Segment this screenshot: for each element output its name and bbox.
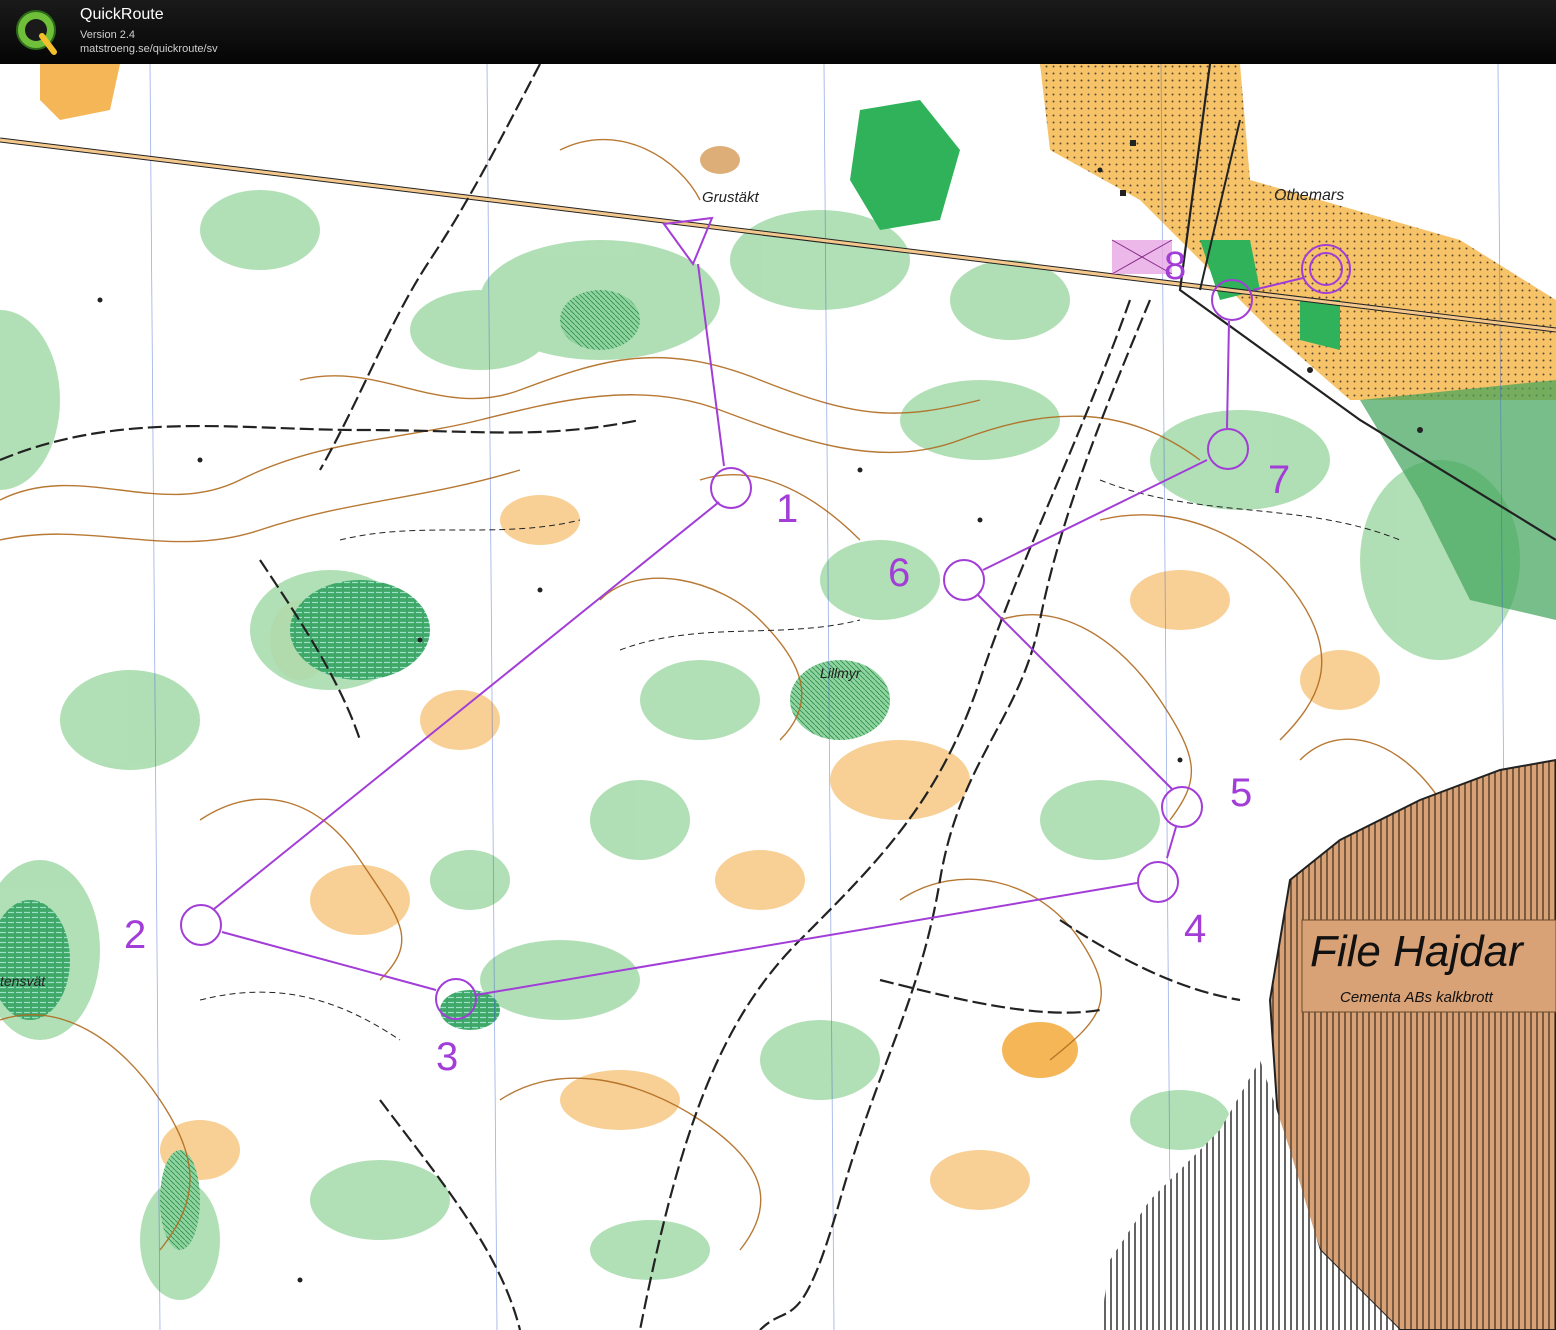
control-number-7: 7: [1268, 458, 1290, 502]
app-url: matstroeng.se/quickroute/sv: [80, 43, 218, 55]
app-version: Version 2.4: [80, 29, 136, 41]
control-number-6: 6: [888, 551, 910, 595]
control-number-3: 3: [436, 1035, 458, 1079]
app-title-bar: QuickRoute Version 2.4 matstroeng.se/qui…: [0, 0, 1556, 64]
map-canvas[interactable]: Grustäkt Othemars Lillmyr tensvät File H…: [0, 64, 1556, 1330]
label-lillmyr: Lillmyr: [820, 665, 862, 681]
label-othemars: Othemars: [1274, 187, 1344, 204]
quickroute-logo-icon: [16, 10, 57, 55]
control-number-1: 1: [776, 487, 798, 531]
orienteering-map[interactable]: Grustäkt Othemars Lillmyr tensvät File H…: [0, 64, 1556, 1330]
label-tensvat: tensvät: [0, 973, 46, 989]
quarry-subtitle: Cementa ABs kalkbrott: [1340, 989, 1494, 1006]
control-number-5: 5: [1230, 771, 1252, 815]
control-number-2: 2: [124, 913, 146, 957]
control-number-4: 4: [1184, 907, 1206, 951]
quarry-name: File Hajdar: [1310, 927, 1525, 976]
label-grustakt: Grustäkt: [702, 189, 760, 206]
app-title: QuickRoute: [80, 6, 164, 23]
control-number-8: 8: [1164, 244, 1186, 288]
restricted-area: [1111, 239, 1173, 275]
